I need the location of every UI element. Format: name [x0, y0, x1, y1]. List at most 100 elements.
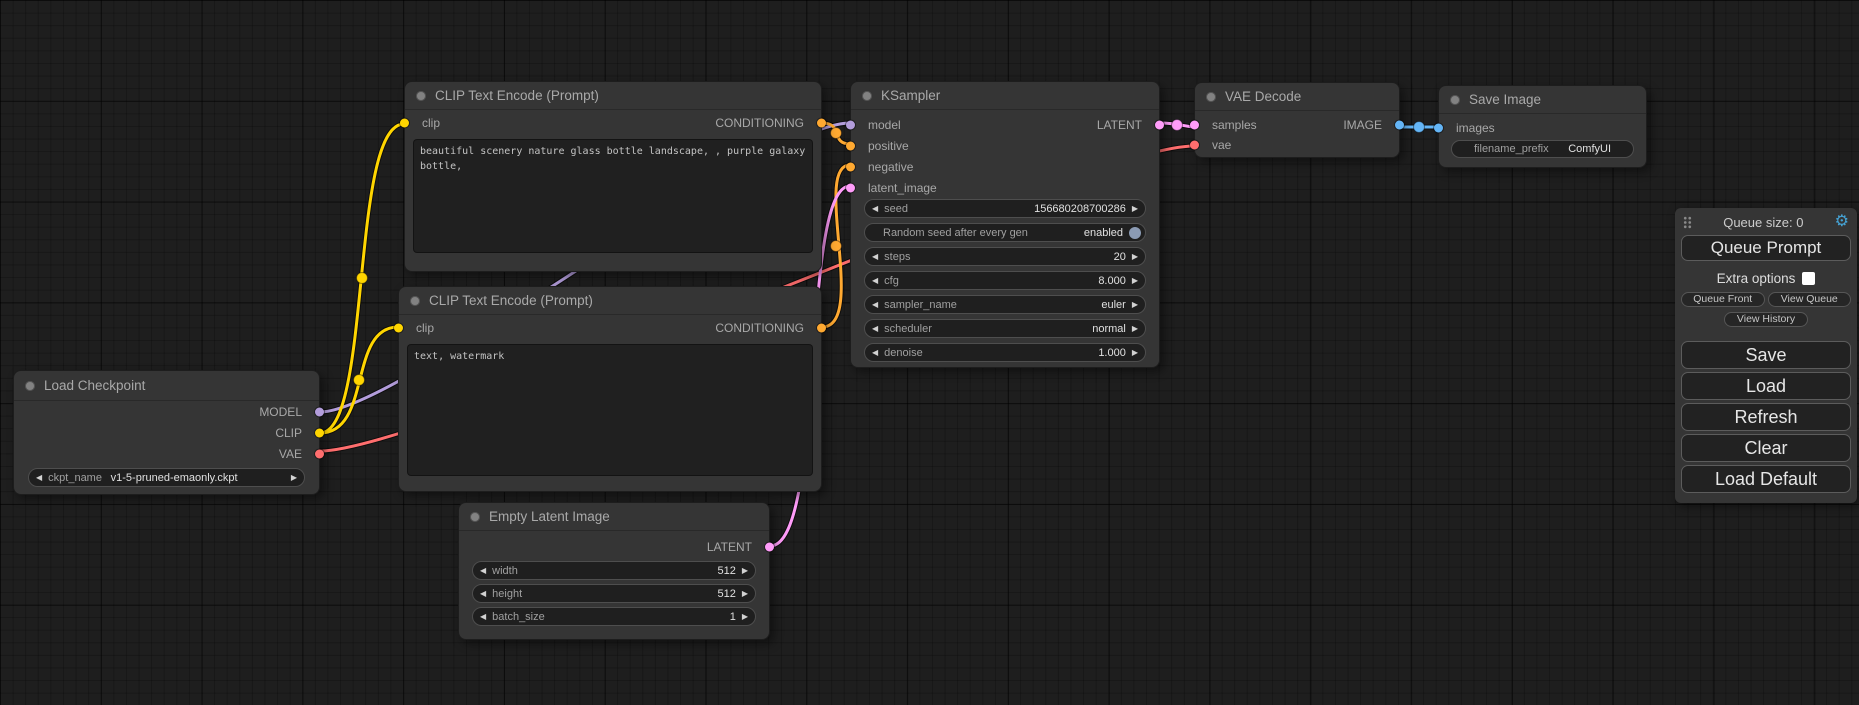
output-port-model[interactable] [315, 407, 324, 416]
decrement-arrow-icon[interactable]: ◀ [872, 325, 878, 333]
collapse-dot[interactable] [862, 91, 872, 101]
node-ksampler[interactable]: KSampler model LATENT positive negative … [850, 81, 1160, 368]
link-dot[interactable] [831, 128, 842, 139]
increment-arrow-icon[interactable]: ▶ [1132, 277, 1138, 285]
increment-arrow-icon[interactable]: ▶ [1132, 253, 1138, 261]
link-dot[interactable] [1172, 120, 1183, 131]
widget-value: normal [1092, 323, 1126, 335]
output-port-latent[interactable] [1155, 120, 1164, 129]
graph-canvas[interactable]: { "colors": { "model": "#B39DDB", "clip"… [0, 0, 1859, 705]
output-port-latent[interactable] [765, 543, 774, 552]
widget-sampler-name[interactable]: ◀ sampler_name euler ▶ [864, 295, 1146, 314]
widget-random-seed-toggle[interactable]: Random seed after every gen enabled [864, 223, 1146, 242]
input-port-latent-image[interactable] [846, 183, 855, 192]
widget-value: enabled [1084, 227, 1123, 239]
collapse-dot[interactable] [410, 296, 420, 306]
input-port-clip[interactable] [400, 118, 409, 127]
view-history-button[interactable]: View History [1724, 312, 1808, 327]
load-default-button[interactable]: Load Default [1681, 465, 1851, 493]
decrement-arrow-icon[interactable]: ◀ [36, 474, 42, 482]
link-dot[interactable] [354, 375, 365, 386]
widget-value: 20 [1114, 251, 1126, 263]
increment-arrow-icon[interactable]: ▶ [1132, 301, 1138, 309]
prompt-text-area[interactable]: text, watermark [407, 344, 813, 476]
increment-arrow-icon[interactable]: ▶ [1132, 325, 1138, 333]
queue-front-button[interactable]: Queue Front [1681, 292, 1765, 307]
input-port-images[interactable] [1434, 124, 1443, 133]
increment-arrow-icon[interactable]: ▶ [291, 474, 297, 482]
output-port-vae[interactable] [315, 449, 324, 458]
save-button[interactable]: Save [1681, 341, 1851, 369]
decrement-arrow-icon[interactable]: ◀ [480, 613, 486, 621]
node-clip-text-encode-negative[interactable]: CLIP Text Encode (Prompt) clip CONDITION… [398, 286, 822, 492]
collapse-dot[interactable] [1450, 95, 1460, 105]
node-clip-text-encode-positive[interactable]: CLIP Text Encode (Prompt) clip CONDITION… [404, 81, 822, 272]
decrement-arrow-icon[interactable]: ◀ [480, 590, 486, 598]
clear-button[interactable]: Clear [1681, 434, 1851, 462]
toggle-knob[interactable] [1129, 227, 1141, 239]
queue-prompt-button[interactable]: Queue Prompt [1681, 235, 1851, 261]
widget-label: height [492, 588, 522, 600]
widget-seed[interactable]: ◀ seed 156680208700286 ▶ [864, 199, 1146, 218]
output-label-latent: LATENT [1097, 118, 1147, 132]
input-port-samples[interactable] [1190, 121, 1199, 130]
node-title: Load Checkpoint [44, 378, 145, 393]
link-dot[interactable] [357, 273, 368, 284]
increment-arrow-icon[interactable]: ▶ [742, 567, 748, 575]
decrement-arrow-icon[interactable]: ◀ [872, 253, 878, 261]
widget-cfg[interactable]: ◀ cfg 8.000 ▶ [864, 271, 1146, 290]
queue-panel[interactable]: Queue size: 0 ⚙ Queue Prompt Extra optio… [1675, 208, 1857, 503]
collapse-dot[interactable] [1206, 92, 1216, 102]
node-save-image[interactable]: Save Image images filename_prefix ComfyU… [1438, 85, 1647, 168]
node-title: Save Image [1469, 92, 1541, 107]
increment-arrow-icon[interactable]: ▶ [1132, 349, 1138, 357]
input-port-vae[interactable] [1190, 141, 1199, 150]
widget-steps[interactable]: ◀ steps 20 ▶ [864, 247, 1146, 266]
input-port-positive[interactable] [846, 141, 855, 150]
collapse-dot[interactable] [416, 91, 426, 101]
collapse-dot[interactable] [470, 512, 480, 522]
output-port-conditioning[interactable] [817, 118, 826, 127]
input-port-model[interactable] [846, 120, 855, 129]
increment-arrow-icon[interactable]: ▶ [742, 613, 748, 621]
view-queue-button[interactable]: View Queue [1768, 292, 1852, 307]
widget-height[interactable]: ◀ height 512 ▶ [472, 584, 756, 603]
output-port-conditioning[interactable] [817, 323, 826, 332]
gear-icon[interactable]: ⚙ [1835, 214, 1849, 230]
collapse-dot[interactable] [25, 381, 35, 391]
decrement-arrow-icon[interactable]: ◀ [872, 349, 878, 357]
node-empty-latent-image[interactable]: Empty Latent Image LATENT ◀ width 512 ▶ … [458, 502, 770, 640]
widget-value: v1-5-pruned-emaonly.ckpt [111, 472, 238, 484]
output-port-clip[interactable] [315, 428, 324, 437]
widget-label: ckpt_name [48, 472, 102, 484]
output-port-image[interactable] [1395, 121, 1404, 130]
node-title: CLIP Text Encode (Prompt) [435, 88, 599, 103]
widget-denoise[interactable]: ◀ denoise 1.000 ▶ [864, 343, 1146, 362]
decrement-arrow-icon[interactable]: ◀ [480, 567, 486, 575]
widget-ckpt-name[interactable]: ◀ ckpt_name v1-5-pruned-emaonly.ckpt ▶ [28, 468, 305, 487]
decrement-arrow-icon[interactable]: ◀ [872, 301, 878, 309]
link-dot[interactable] [831, 241, 842, 252]
prompt-text-area[interactable]: beautiful scenery nature glass bottle la… [413, 139, 813, 253]
node-vae-decode[interactable]: VAE Decode samples IMAGE vae [1194, 82, 1400, 158]
refresh-button[interactable]: Refresh [1681, 403, 1851, 431]
widget-width[interactable]: ◀ width 512 ▶ [472, 561, 756, 580]
decrement-arrow-icon[interactable]: ◀ [872, 277, 878, 285]
node-load-checkpoint[interactable]: Load Checkpoint MODEL CLIP VAE ◀ ckpt_na… [13, 370, 320, 495]
increment-arrow-icon[interactable]: ▶ [1132, 205, 1138, 213]
drag-handle-icon[interactable] [1683, 216, 1692, 229]
widget-value: 156680208700286 [1034, 203, 1126, 215]
link-dot[interactable] [1414, 122, 1425, 133]
extra-options-checkbox[interactable] [1802, 272, 1815, 285]
widget-scheduler[interactable]: ◀ scheduler normal ▶ [864, 319, 1146, 338]
widget-batch-size[interactable]: ◀ batch_size 1 ▶ [472, 607, 756, 626]
increment-arrow-icon[interactable]: ▶ [742, 590, 748, 598]
output-label-model: MODEL [259, 405, 307, 419]
load-button[interactable]: Load [1681, 372, 1851, 400]
decrement-arrow-icon[interactable]: ◀ [872, 205, 878, 213]
widget-label: filename_prefix [1466, 143, 1549, 155]
input-label-clip: clip [411, 321, 434, 335]
input-port-negative[interactable] [846, 162, 855, 171]
input-port-clip[interactable] [394, 323, 403, 332]
widget-filename-prefix[interactable]: filename_prefix ComfyUI [1451, 140, 1634, 158]
